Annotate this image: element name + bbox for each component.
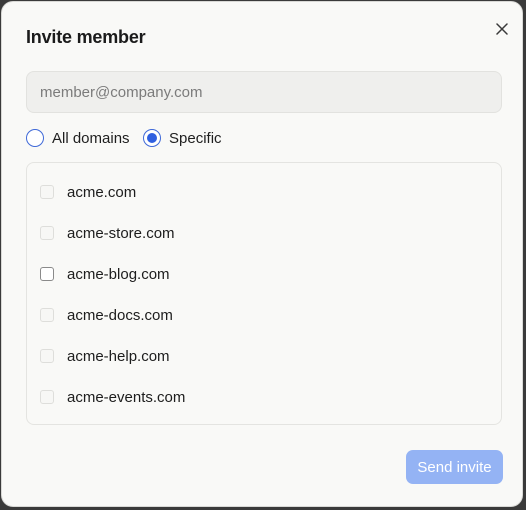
domain-checkbox[interactable] [40,267,54,281]
radio-all-domains-indicator [26,129,44,147]
domain-item-acme-events[interactable]: acme-events.com [40,386,185,408]
radio-specific-indicator [143,129,161,147]
radio-all-domains-label: All domains [52,129,130,147]
email-input[interactable] [26,71,502,113]
radio-all-domains[interactable]: All domains [26,127,130,149]
domain-checkbox[interactable] [40,308,54,322]
domain-item-acme-help[interactable]: acme-help.com [40,345,170,367]
domain-label: acme-events.com [67,388,186,406]
domain-item-acme-docs[interactable]: acme-docs.com [40,304,173,326]
domain-checkbox[interactable] [40,390,54,404]
domain-label: acme-help.com [67,347,170,365]
send-invite-button[interactable]: Send invite [406,450,503,484]
dialog-title: Invite member [26,27,146,47]
domain-checkbox[interactable] [40,226,54,240]
close-icon [496,23,508,35]
domain-item-acme[interactable]: acme.com [40,181,136,203]
domain-label: acme-docs.com [67,306,173,324]
invite-member-dialog: Invite member All domains Specific acme.… [1,1,523,507]
domain-label: acme.com [67,183,137,201]
domain-checkbox[interactable] [40,349,54,363]
domain-item-acme-blog[interactable]: acme-blog.com [40,263,170,285]
radio-specific[interactable]: Specific [143,127,222,149]
domain-label: acme-store.com [67,224,175,242]
domain-item-acme-store[interactable]: acme-store.com [40,222,175,244]
domain-checkbox[interactable] [40,185,54,199]
domain-label: acme-blog.com [67,265,170,283]
radio-specific-label: Specific [169,129,222,147]
close-button[interactable] [491,18,513,40]
domain-list: acme.com acme-store.com acme-blog.com ac… [26,162,502,425]
